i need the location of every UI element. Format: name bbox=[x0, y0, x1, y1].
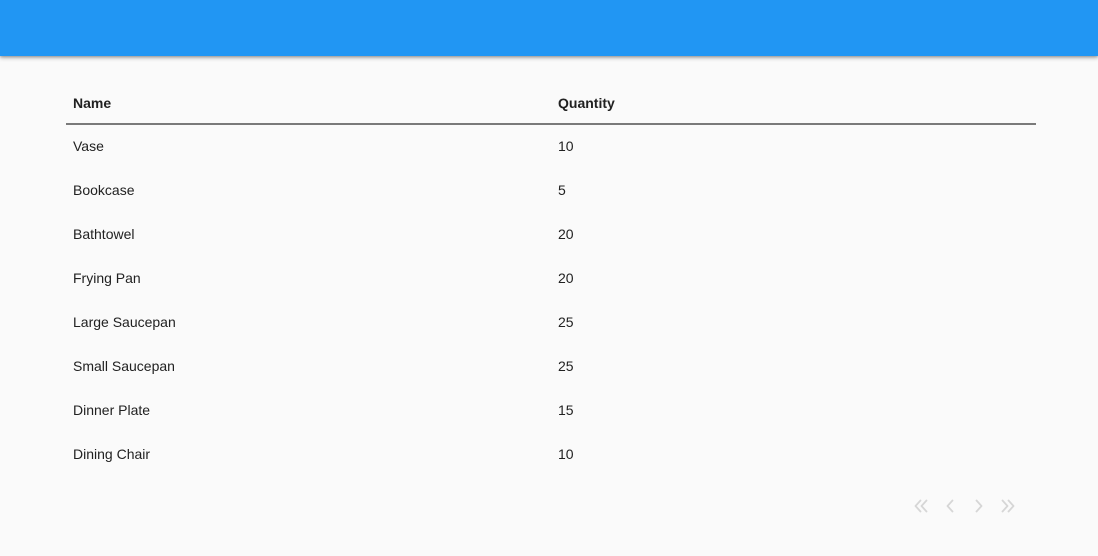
data-table: Name Quantity Vase 10 Bookcase 5 Bathtow… bbox=[66, 80, 1036, 477]
table-row[interactable]: Dinner Plate 15 bbox=[66, 389, 1036, 433]
cell-name: Bookcase bbox=[73, 182, 135, 198]
cell-name: Small Saucepan bbox=[73, 358, 175, 374]
cell-name: Large Saucepan bbox=[73, 314, 176, 330]
cell-quantity: 20 bbox=[558, 270, 574, 286]
next-page-button[interactable] bbox=[964, 494, 993, 518]
cell-quantity: 25 bbox=[558, 314, 574, 330]
table-row[interactable]: Frying Pan 20 bbox=[66, 257, 1036, 301]
table-row[interactable]: Bookcase 5 bbox=[66, 169, 1036, 213]
chevron-right-icon bbox=[975, 499, 982, 513]
first-page-button[interactable] bbox=[906, 494, 935, 518]
cell-quantity: 10 bbox=[558, 446, 574, 462]
table-row[interactable]: Bathtowel 20 bbox=[66, 213, 1036, 257]
double-chevron-right-icon bbox=[1001, 499, 1014, 513]
cell-quantity: 20 bbox=[558, 226, 574, 242]
table-row[interactable]: Small Saucepan 25 bbox=[66, 345, 1036, 389]
cell-name: Dining Chair bbox=[73, 446, 151, 462]
cell-name: Bathtowel bbox=[73, 226, 135, 242]
column-header-quantity[interactable]: Quantity bbox=[558, 95, 615, 111]
cell-quantity: 15 bbox=[558, 402, 574, 418]
app-bar bbox=[0, 0, 1098, 56]
table-header: Name Quantity bbox=[66, 80, 1036, 125]
double-chevron-left-icon bbox=[914, 499, 927, 513]
table-row[interactable]: Large Saucepan 25 bbox=[66, 301, 1036, 345]
pagination bbox=[906, 494, 1022, 518]
cell-name: Vase bbox=[73, 138, 104, 154]
cell-quantity: 5 bbox=[558, 182, 566, 198]
previous-page-button[interactable] bbox=[935, 494, 964, 518]
table-row[interactable]: Dining Chair 10 bbox=[66, 433, 1036, 477]
column-header-name[interactable]: Name bbox=[73, 95, 111, 111]
cell-quantity: 25 bbox=[558, 358, 574, 374]
cell-quantity: 10 bbox=[558, 138, 574, 154]
last-page-button[interactable] bbox=[993, 494, 1022, 518]
cell-name: Dinner Plate bbox=[73, 402, 151, 418]
cell-name: Frying Pan bbox=[73, 270, 141, 286]
chevron-left-icon bbox=[946, 499, 953, 513]
table-row[interactable]: Vase 10 bbox=[66, 125, 1036, 169]
